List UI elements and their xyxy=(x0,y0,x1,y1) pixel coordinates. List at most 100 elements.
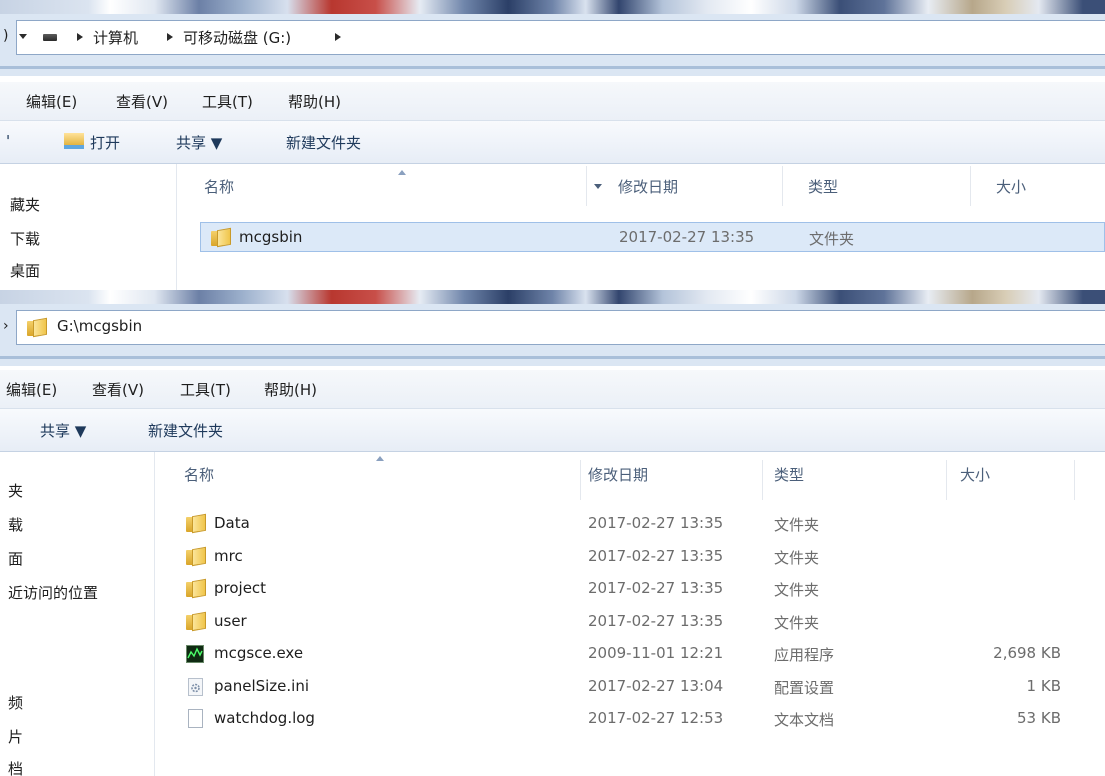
menu-edit[interactable]: 编辑(E) xyxy=(6,379,57,400)
nav-item-favorites[interactable]: 藏夹 xyxy=(10,194,40,215)
address-path[interactable]: G:\mcgsbin xyxy=(57,317,142,335)
open-button[interactable]: 打开 xyxy=(90,132,120,153)
folder-icon xyxy=(186,578,208,599)
back-icon[interactable]: › xyxy=(3,318,9,334)
nav-item-favorites[interactable]: 夹 xyxy=(8,480,23,501)
exe-icon xyxy=(186,645,204,663)
nav-item-recent-places[interactable]: 近访问的位置 xyxy=(8,582,98,603)
file-row[interactable]: project 2017-02-27 13:35 文件夹 xyxy=(176,574,1105,604)
nav-item-downloads[interactable]: 载 xyxy=(8,514,23,535)
file-row[interactable]: user 2017-02-27 13:35 文件夹 xyxy=(176,607,1105,637)
menu-view[interactable]: 查看(V) xyxy=(92,379,144,400)
breadcrumb-drive-g[interactable]: 可移动磁盘 (G:) xyxy=(183,27,291,48)
file-date: 2017-02-27 13:35 xyxy=(619,228,755,246)
file-name: project xyxy=(214,579,267,597)
nav-item-pictures[interactable]: 片 xyxy=(8,726,23,747)
navigation-pane: 夹 载 面 近访问的位置 频 片 档 xyxy=(0,452,155,776)
navigation-pane: 藏夹 下载 桌面 xyxy=(0,164,177,290)
folder-icon xyxy=(27,317,49,338)
file-row[interactable]: mcgsce.exe 2009-11-01 12:21 应用程序 2,698 KB xyxy=(176,639,1105,669)
drive-icon xyxy=(43,34,57,41)
file-row[interactable]: panelSize.ini 2017-02-27 13:04 配置设置 1 KB xyxy=(176,672,1105,702)
file-size: 53 KB xyxy=(1017,709,1061,727)
menu-bar: 编辑(E) 查看(V) 工具(T) 帮助(H) xyxy=(0,370,1105,409)
menu-tools[interactable]: 工具(T) xyxy=(202,91,253,112)
menu-help[interactable]: 帮助(H) xyxy=(264,379,317,400)
folder-icon xyxy=(186,611,208,631)
file-name: panelSize.ini xyxy=(214,676,310,695)
nav-item-downloads[interactable]: 下载 xyxy=(10,228,40,249)
history-dropdown-icon[interactable] xyxy=(19,34,27,39)
file-size: 2,698 KB xyxy=(993,644,1061,662)
file-size: 1 KB xyxy=(1026,676,1061,695)
nav-item-videos[interactable]: 频 xyxy=(8,692,23,713)
file-date: 2017-02-27 13:35 xyxy=(588,514,724,532)
menu-tools[interactable]: 工具(T) xyxy=(180,379,231,400)
file-type: 文件夹 xyxy=(774,613,820,632)
file-date: 2017-02-27 13:35 xyxy=(588,546,724,565)
file-date: 2017-02-27 13:35 xyxy=(588,611,724,630)
breadcrumb-separator-icon[interactable] xyxy=(77,33,83,41)
file-row-mcgsbin[interactable]: mcgsbin 2017-02-27 13:35 文件夹 xyxy=(200,222,1105,252)
file-name: user xyxy=(214,611,247,630)
explorer-window-computer: ) 计算机 可移动磁盘 (G:) 编辑(E) 查看(V) 工具(T) 帮助(H)… xyxy=(0,0,1105,290)
column-filter-icon[interactable] xyxy=(594,184,602,189)
column-size[interactable]: 大小 xyxy=(996,176,1026,197)
new-folder-button[interactable]: 新建文件夹 xyxy=(148,420,223,441)
file-date: 2017-02-27 13:04 xyxy=(588,676,724,695)
file-name: mrc xyxy=(214,546,243,565)
menu-bar: 编辑(E) 查看(V) 工具(T) 帮助(H) xyxy=(0,82,1105,121)
file-name: mcgsbin xyxy=(239,228,303,246)
nav-item-documents[interactable]: 档 xyxy=(8,758,23,776)
command-toolbar: ' 打开 共享 ▼ 新建文件夹 xyxy=(0,121,1105,164)
file-name: Data xyxy=(214,514,250,532)
folder-icon xyxy=(211,227,233,248)
share-button[interactable]: 共享 ▼ xyxy=(176,132,222,153)
nav-item-desktop[interactable]: 桌面 xyxy=(10,260,40,281)
file-type: 应用程序 xyxy=(774,646,835,664)
sort-ascending-icon xyxy=(376,456,384,461)
open-icon xyxy=(64,133,84,149)
breadcrumb-separator-icon[interactable] xyxy=(335,33,341,41)
menu-edit[interactable]: 编辑(E) xyxy=(26,91,77,112)
address-band: › G:\mcgsbin xyxy=(0,304,1105,366)
menu-help[interactable]: 帮助(H) xyxy=(288,91,341,112)
column-name[interactable]: 名称 xyxy=(204,176,234,197)
folder-icon xyxy=(186,546,208,566)
file-row[interactable]: watchdog.log 2017-02-27 12:53 文本文档 53 KB xyxy=(176,704,1105,734)
share-button[interactable]: 共享 ▼ xyxy=(40,420,86,441)
folder-icon xyxy=(186,513,208,534)
column-modified[interactable]: 修改日期 xyxy=(618,176,678,197)
column-type[interactable]: 类型 xyxy=(774,464,804,485)
file-type: 配置设置 xyxy=(774,678,835,697)
file-type: 文件夹 xyxy=(774,581,820,599)
text-file-icon xyxy=(188,709,203,728)
breadcrumb-separator-icon[interactable] xyxy=(167,33,173,41)
file-name: watchdog.log xyxy=(214,709,315,727)
file-type: 文件夹 xyxy=(809,230,855,248)
ini-icon xyxy=(188,677,203,696)
file-type: 文件夹 xyxy=(774,516,820,534)
menu-view[interactable]: 查看(V) xyxy=(116,91,168,112)
address-bar[interactable]: › G:\mcgsbin xyxy=(3,310,1105,345)
file-row[interactable]: mrc 2017-02-27 13:35 文件夹 xyxy=(176,542,1105,572)
file-date: 2009-11-01 12:21 xyxy=(588,644,724,662)
column-modified[interactable]: 修改日期 xyxy=(588,464,648,485)
window-title-strip xyxy=(0,290,1105,304)
column-name[interactable]: 名称 xyxy=(184,464,214,485)
file-row[interactable]: Data 2017-02-27 13:35 文件夹 xyxy=(176,509,1105,539)
file-date: 2017-02-27 13:35 xyxy=(588,579,724,597)
window-title-strip xyxy=(0,0,1105,14)
column-size[interactable]: 大小 xyxy=(960,464,990,485)
file-date: 2017-02-27 12:53 xyxy=(588,709,724,727)
file-name: mcgsce.exe xyxy=(214,644,304,662)
breadcrumb-computer[interactable]: 计算机 xyxy=(93,27,138,48)
new-folder-button[interactable]: 新建文件夹 xyxy=(286,132,361,153)
command-toolbar: 共享 ▼ 新建文件夹 xyxy=(0,409,1105,452)
sort-ascending-icon xyxy=(398,170,406,175)
column-type[interactable]: 类型 xyxy=(808,176,838,197)
file-type: 文件夹 xyxy=(774,548,820,567)
back-icon[interactable]: ) xyxy=(3,28,8,44)
nav-item-desktop[interactable]: 面 xyxy=(8,548,23,569)
address-bar[interactable]: ) 计算机 可移动磁盘 (G:) xyxy=(3,20,1105,55)
